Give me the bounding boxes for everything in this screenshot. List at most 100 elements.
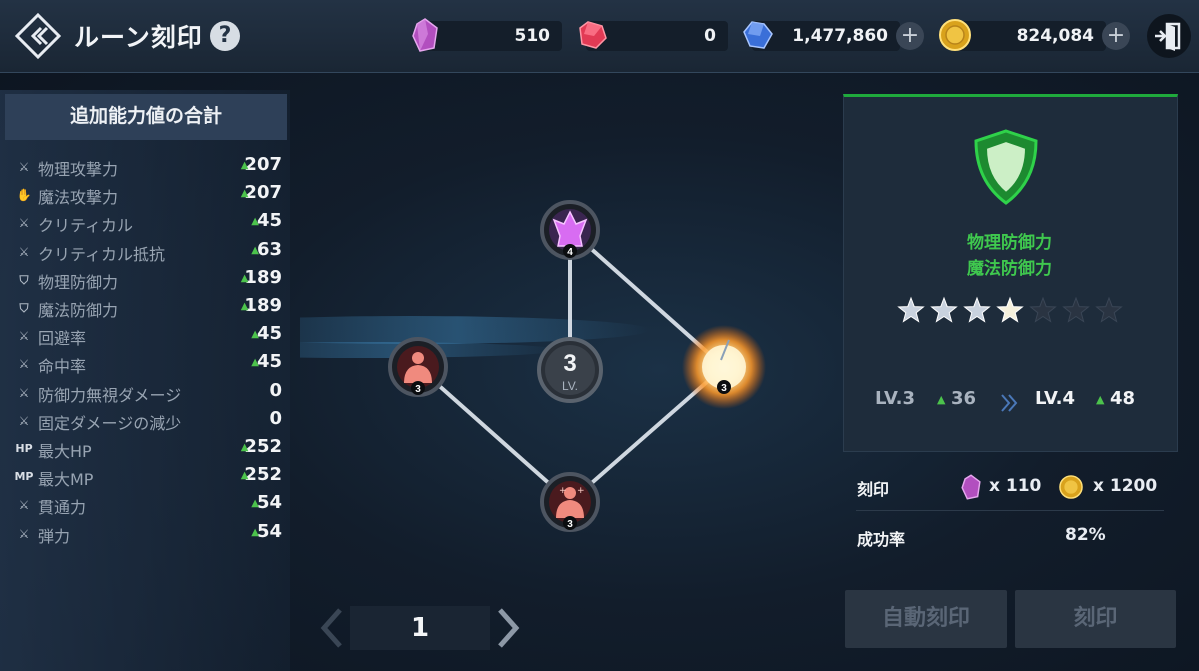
back-diamond-icon	[14, 12, 62, 60]
star-filled-icon	[897, 296, 925, 323]
currency-red-gem: 0	[579, 21, 728, 51]
level-upgrade-row: LV.3 ▲ 36 LV.4 ▲ 48	[843, 388, 1176, 418]
gold-coin-icon	[1059, 475, 1083, 499]
up-arrow-icon: ▲	[240, 272, 249, 284]
swords-icon: ⚔	[18, 413, 30, 428]
stat-value: 45	[256, 323, 282, 345]
engrave-button[interactable]: 刻印	[1015, 590, 1176, 648]
stat-row: HP 最大HP 252 ▲	[14, 436, 282, 462]
rune-node-bottom[interactable]: + + 3	[540, 472, 600, 532]
exit-button[interactable]	[1147, 14, 1191, 58]
stat-name: 防御力無視ダメージ	[38, 385, 182, 405]
blue-gem-icon	[743, 21, 773, 49]
rune-node-level: 3	[567, 519, 573, 530]
add-gold-button[interactable]: +	[1102, 22, 1130, 50]
stat-name: 貫通力	[38, 498, 87, 518]
success-rate-value: 82%	[1065, 525, 1106, 545]
stat-row: ⚔ 弾力 54 ▲	[14, 521, 282, 547]
next-value: 48	[1110, 388, 1136, 409]
stat-row: ⚔ 物理攻撃力 207 ▲	[14, 154, 282, 180]
stats-panel-title: 追加能力値の合計	[5, 94, 287, 140]
stat-name: 固定ダメージの減少	[38, 413, 182, 433]
page-number: 1	[350, 606, 490, 650]
swords-icon: ⚔	[18, 244, 30, 259]
gold-coin-icon	[939, 19, 971, 51]
stat-value: 207	[244, 154, 282, 175]
mp-icon: MP	[14, 470, 34, 484]
up-arrow-icon: ▲	[251, 216, 259, 228]
light-streak	[300, 316, 650, 344]
blue-gem-count: 1,477,860	[792, 26, 888, 46]
prev-page-arrow[interactable]	[318, 606, 346, 650]
stat-value: 0	[269, 379, 282, 401]
chevron-right-icon	[498, 608, 520, 648]
stat-value: 54	[256, 520, 282, 542]
w-shield-icon: ⛉	[19, 301, 29, 315]
back-button[interactable]	[14, 12, 62, 60]
stat-value: 63	[256, 238, 282, 260]
rune-node-level: 3	[721, 383, 727, 394]
stat-name: 最大HP	[38, 442, 92, 461]
help-button[interactable]: ?	[210, 21, 240, 51]
star-filled-icon	[930, 296, 958, 323]
stat-row: ⚔ クリティカル抵抗 63 ▲	[14, 239, 282, 265]
currency-gold: 824,084	[939, 19, 1106, 51]
rune-node-left[interactable]: 3	[388, 337, 448, 397]
chevron-left-icon	[320, 608, 342, 648]
add-blue-gem-button[interactable]: +	[896, 22, 924, 50]
star-empty-icon	[1062, 296, 1090, 323]
center-level-node: 3 LV.	[537, 337, 603, 403]
stat-value: 252	[244, 436, 282, 457]
auto-engrave-button[interactable]: 自動刻印	[845, 590, 1007, 648]
stat-name: 回避率	[38, 329, 87, 349]
stat-row: ⚔ 貫通力 54 ▲	[14, 492, 282, 518]
up-arrow-icon: ▲	[240, 470, 249, 482]
rune-graph: 3 LV. 4 3 3 + + 3	[300, 200, 766, 532]
hp-icon: HP	[15, 442, 33, 455]
up-arrow-icon: ▲	[251, 498, 259, 510]
svg-text:+: +	[559, 486, 567, 496]
center-level-value: 3	[563, 350, 576, 377]
stat-name: クリティカル	[38, 216, 134, 236]
rune-node-right[interactable]: 3	[682, 325, 766, 409]
stat-row: ⚔ 固定ダメージの減少 0	[14, 408, 282, 434]
next-page-arrow[interactable]	[494, 606, 522, 650]
crystal-count: 510	[514, 26, 551, 46]
current-level: LV.3	[875, 388, 915, 409]
stat-name: 魔法攻撃力	[38, 188, 119, 208]
rune-node-top[interactable]: 4	[540, 200, 600, 260]
swords-icon: ⚔	[18, 160, 30, 174]
stat-name: 弾力	[38, 526, 71, 546]
currency-crystal: 510	[412, 18, 562, 52]
stat-name: 物理防御力	[38, 272, 119, 292]
up-arrow-icon: ▲	[240, 188, 249, 200]
stat-name: 物理攻撃力	[38, 160, 119, 179]
stat-value: 207	[244, 182, 282, 204]
gold-cost: x 1200	[1093, 476, 1158, 496]
swords-icon: ⚔	[18, 329, 30, 344]
stat-row: ⚔ 回避率 45 ▲	[14, 323, 282, 349]
stat-value: 54	[256, 492, 282, 514]
gold-count: 824,084	[1016, 26, 1094, 46]
rune-node-level: 3	[415, 384, 421, 395]
stat-value: 45	[256, 351, 282, 373]
up-arrow-icon: ▲	[251, 526, 259, 538]
stat-row: ⛉ 魔法防御力 189 ▲	[14, 295, 282, 321]
up-arrow-icon: ▲	[240, 160, 249, 171]
swords-icon: ⚔	[18, 357, 30, 372]
cost-row: 刻印 x 110 x 1200	[843, 470, 1176, 504]
stat-value: 45	[256, 210, 282, 232]
currency-blue-gem: 1,477,860	[743, 21, 900, 51]
next-level: LV.4	[1035, 388, 1075, 409]
success-rate-label: 成功率	[857, 530, 906, 549]
up-arrow-icon: ▲	[251, 329, 259, 341]
purple-crystal-icon	[961, 474, 981, 500]
up-arrow-icon: ▲	[1096, 393, 1105, 406]
stat-value: 189	[244, 295, 282, 316]
stat-name: 魔法防御力	[38, 301, 119, 320]
shield-icon	[974, 129, 1038, 205]
swords-icon: ⚔	[18, 526, 30, 541]
red-gem-icon	[579, 21, 607, 49]
purple-crystal-icon	[412, 18, 438, 52]
stat-name: 最大MP	[38, 470, 94, 490]
